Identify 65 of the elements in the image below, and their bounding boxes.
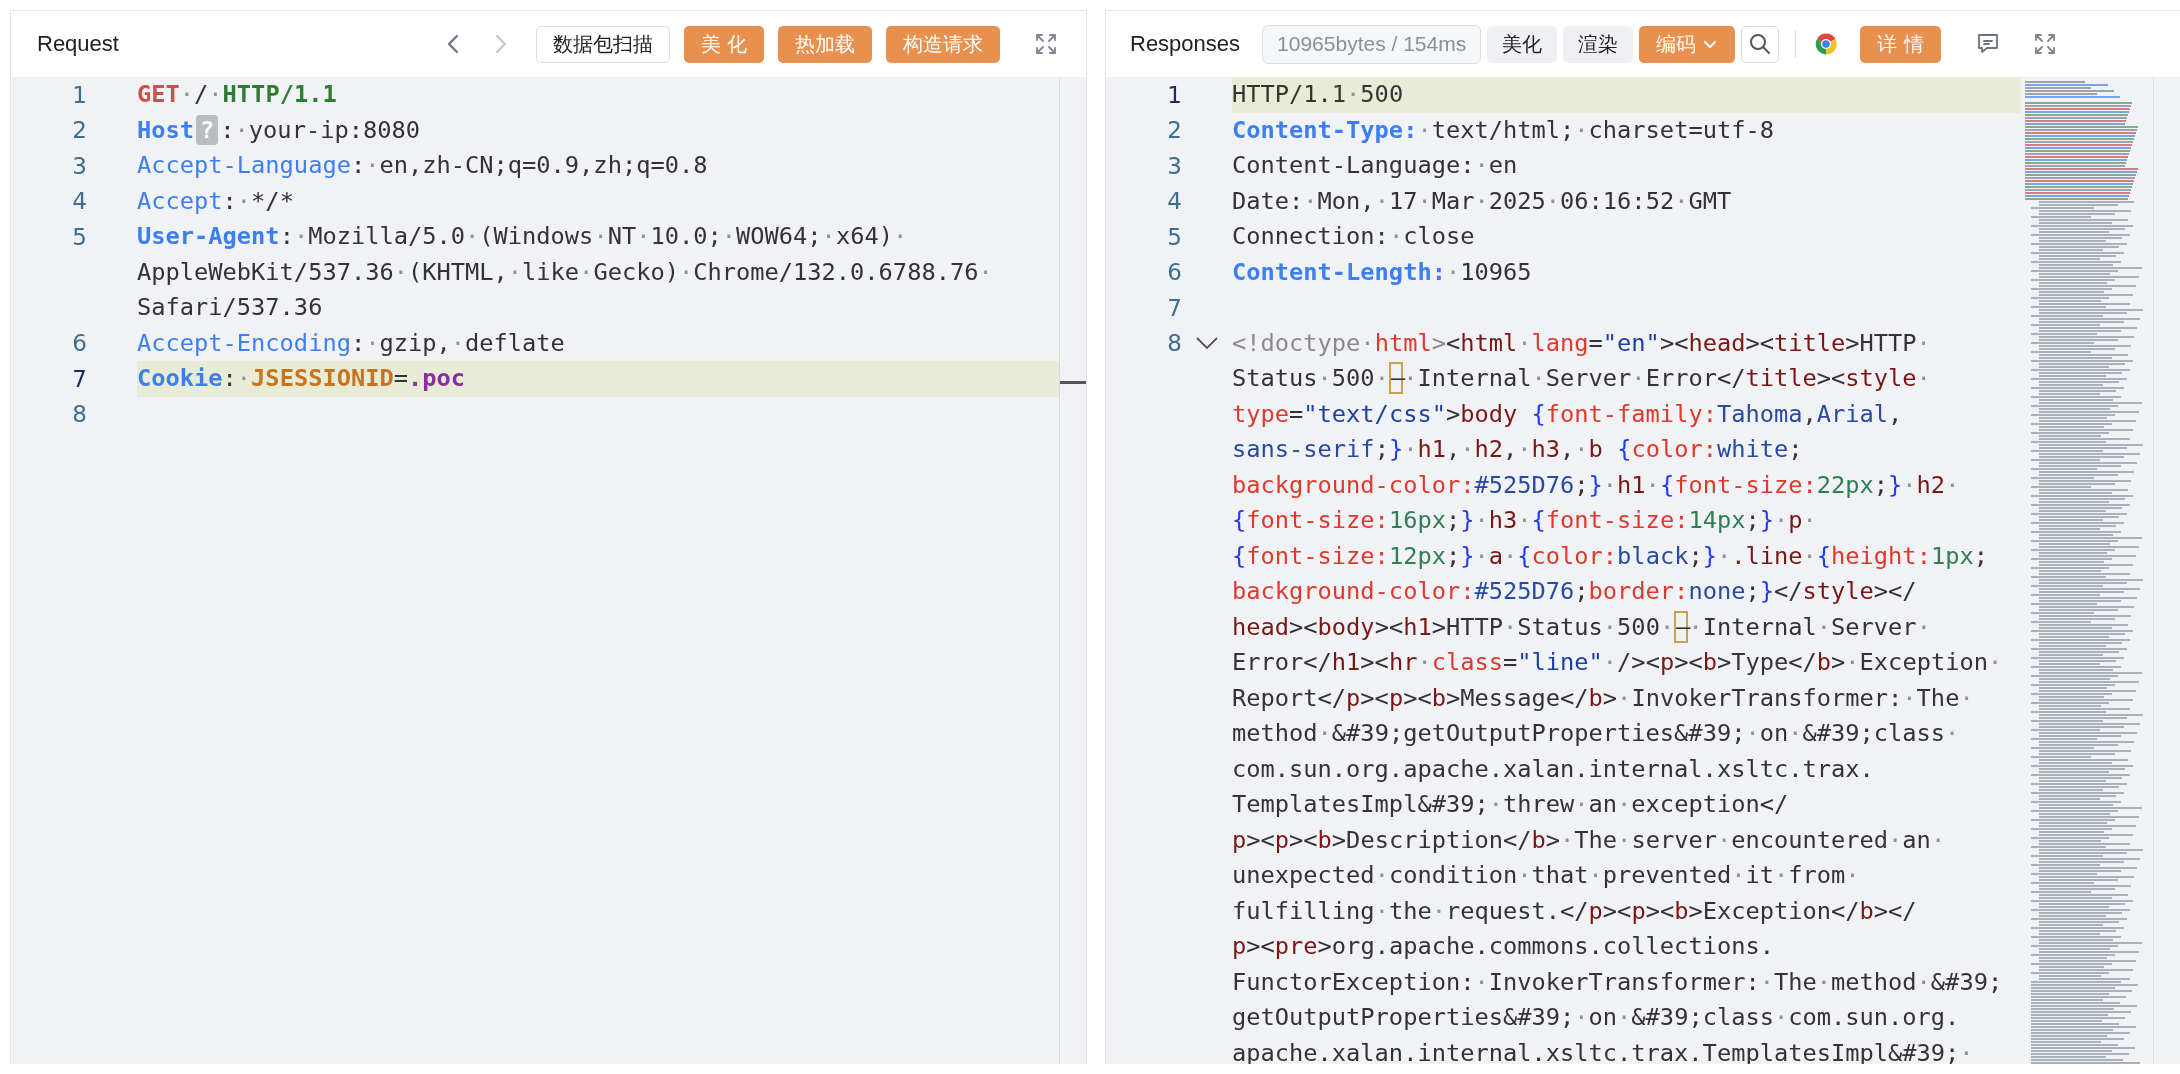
toolbar-button[interactable]: 美化 xyxy=(1487,25,1558,63)
toolbar-button[interactable]: 渲染 xyxy=(1563,25,1634,63)
code-line: sans-serif;}·h1,·h2,·h3,·b {color:white; xyxy=(1232,434,1804,465)
code-line: Accept:·*/* xyxy=(137,185,295,217)
toolbar-button[interactable]: 详 情 xyxy=(1860,25,1941,63)
response-stats: 10965bytes / 154ms xyxy=(1262,24,1482,64)
code-line: p><p><b>Description</b>·The·server·encountered·an· xyxy=(1232,824,1947,856)
panel-title: Request xyxy=(37,31,119,57)
code-line: Accept-Language:·en,zh-CN;q=0.9,zh;q=0.8 xyxy=(137,150,709,181)
chevron-icon[interactable] xyxy=(1194,335,1220,352)
code-line: fulfilling·the·request.</p><p><b>Exception</b></ xyxy=(1232,895,1918,927)
toolbar-button[interactable]: 热加载 xyxy=(778,25,872,63)
code-line: AppleWebKit/537.36·(KHTML,·like·Gecko)·Chrome/132.0.6788.76· xyxy=(137,256,994,288)
code-line: type="text/css">body {font-family:Tahoma,Arial, xyxy=(1232,398,1904,430)
line-number: 3 xyxy=(72,152,87,179)
code-line: TemplatesImpl&#39;·threw·an·exception</ xyxy=(1232,789,1790,820)
code-line: Safari/537.36 xyxy=(137,292,324,323)
code-line: Date:·Mon,·17·Mar·2025·06:16:52·GMT xyxy=(1232,185,1733,217)
code-line: p><pre>org.apache.commons.collections. xyxy=(1232,931,1775,962)
code-line: method·&#39;getOutputProperties&#39;·on·&#39;class· xyxy=(1232,718,1961,749)
code-line: {font-size:16px;}·h3·{font-size:14px;}·p· xyxy=(1232,505,1818,536)
line-number: 6 xyxy=(72,330,87,357)
search-icon xyxy=(1748,32,1773,56)
code-line: {font-size:12px;}·a·{color:black;}·.line·{height:1px; xyxy=(1232,540,1989,572)
line-number: 1 xyxy=(1167,81,1182,108)
line-number: 5 xyxy=(1167,223,1182,250)
code-line: background-color:#525D76;border:none;}</style></ xyxy=(1232,576,1918,607)
toolbar-button[interactable]: 构造请求 xyxy=(886,25,1000,63)
fullscreen-icon[interactable] xyxy=(2032,32,2057,56)
code-line: Error</h1><hr·class="line"·/><p><b>Type</b>·Exception· xyxy=(1232,647,2004,678)
code-line: unexpected·condition·that·prevented·it·from· xyxy=(1232,860,1861,891)
line-number: 2 xyxy=(72,117,87,144)
code-line: Connection:·close xyxy=(1232,221,1476,252)
line-number: 3 xyxy=(1167,152,1182,179)
line-number: 5 xyxy=(72,223,87,250)
code-line: com.sun.org.apache.xalan.internal.xsltc.trax. xyxy=(1232,753,1875,785)
code-line: <!doctype·html><html·lang="en"><head><title>HTTP· xyxy=(1232,327,1932,359)
code-line: Status·500·–·Internal·Server·Error</title><style· xyxy=(1232,361,1932,396)
line-number: 6 xyxy=(1167,259,1182,286)
code-line: FunctorException:·InvokerTransformer:·The·method·&#39; xyxy=(1232,966,2004,998)
line-number: 4 xyxy=(1167,188,1182,215)
toolbar-button[interactable]: 美 化 xyxy=(683,25,764,63)
code-line: Report</p><p><b>Message</b>·InvokerTransformer:·The· xyxy=(1232,682,1975,714)
toolbar-button[interactable]: 数据包扫描 xyxy=(535,25,670,63)
line-number: 7 xyxy=(72,365,87,392)
toolbar-button[interactable]: 编码 xyxy=(1639,25,1736,63)
search-button[interactable] xyxy=(1741,25,1780,63)
code-line: GET·/·HTTP/1.1 xyxy=(137,79,338,110)
line-number: 8 xyxy=(1167,330,1182,357)
code-line: background-color:#525D76;}·h1·{font-size:22px;}·h2· xyxy=(1232,469,1961,501)
line-number: 7 xyxy=(1167,294,1182,321)
line-number: 4 xyxy=(72,188,87,215)
code-line: Content-Length:·10965 xyxy=(1232,256,1533,288)
code-line: Accept-Encoding:·gzip,·deflate xyxy=(137,327,566,359)
line-number: 1 xyxy=(72,81,87,108)
code-line: Content-Type:·text/html;·charset=utf-8 xyxy=(1232,114,1775,146)
code-line: Host ? :·your-ip:8080 xyxy=(137,113,421,147)
line-number: 2 xyxy=(1167,117,1182,144)
code-line: head><body><h1>HTTP·Status·500·–·Internal·Server· xyxy=(1232,609,1932,645)
code-line: getOutputProperties&#39;·on·&#39;class·com.sun.org. xyxy=(1232,1002,1961,1033)
line-number: 8 xyxy=(72,401,87,428)
fullscreen-icon[interactable] xyxy=(1034,32,1058,56)
panel-title: Responses xyxy=(1130,31,1241,57)
code-line: Content-Language:·en xyxy=(1232,150,1519,181)
code-line: User-Agent:·Mozilla/5.0·(Windows·NT·10.0;·WOW64;·x64)· xyxy=(137,221,909,252)
